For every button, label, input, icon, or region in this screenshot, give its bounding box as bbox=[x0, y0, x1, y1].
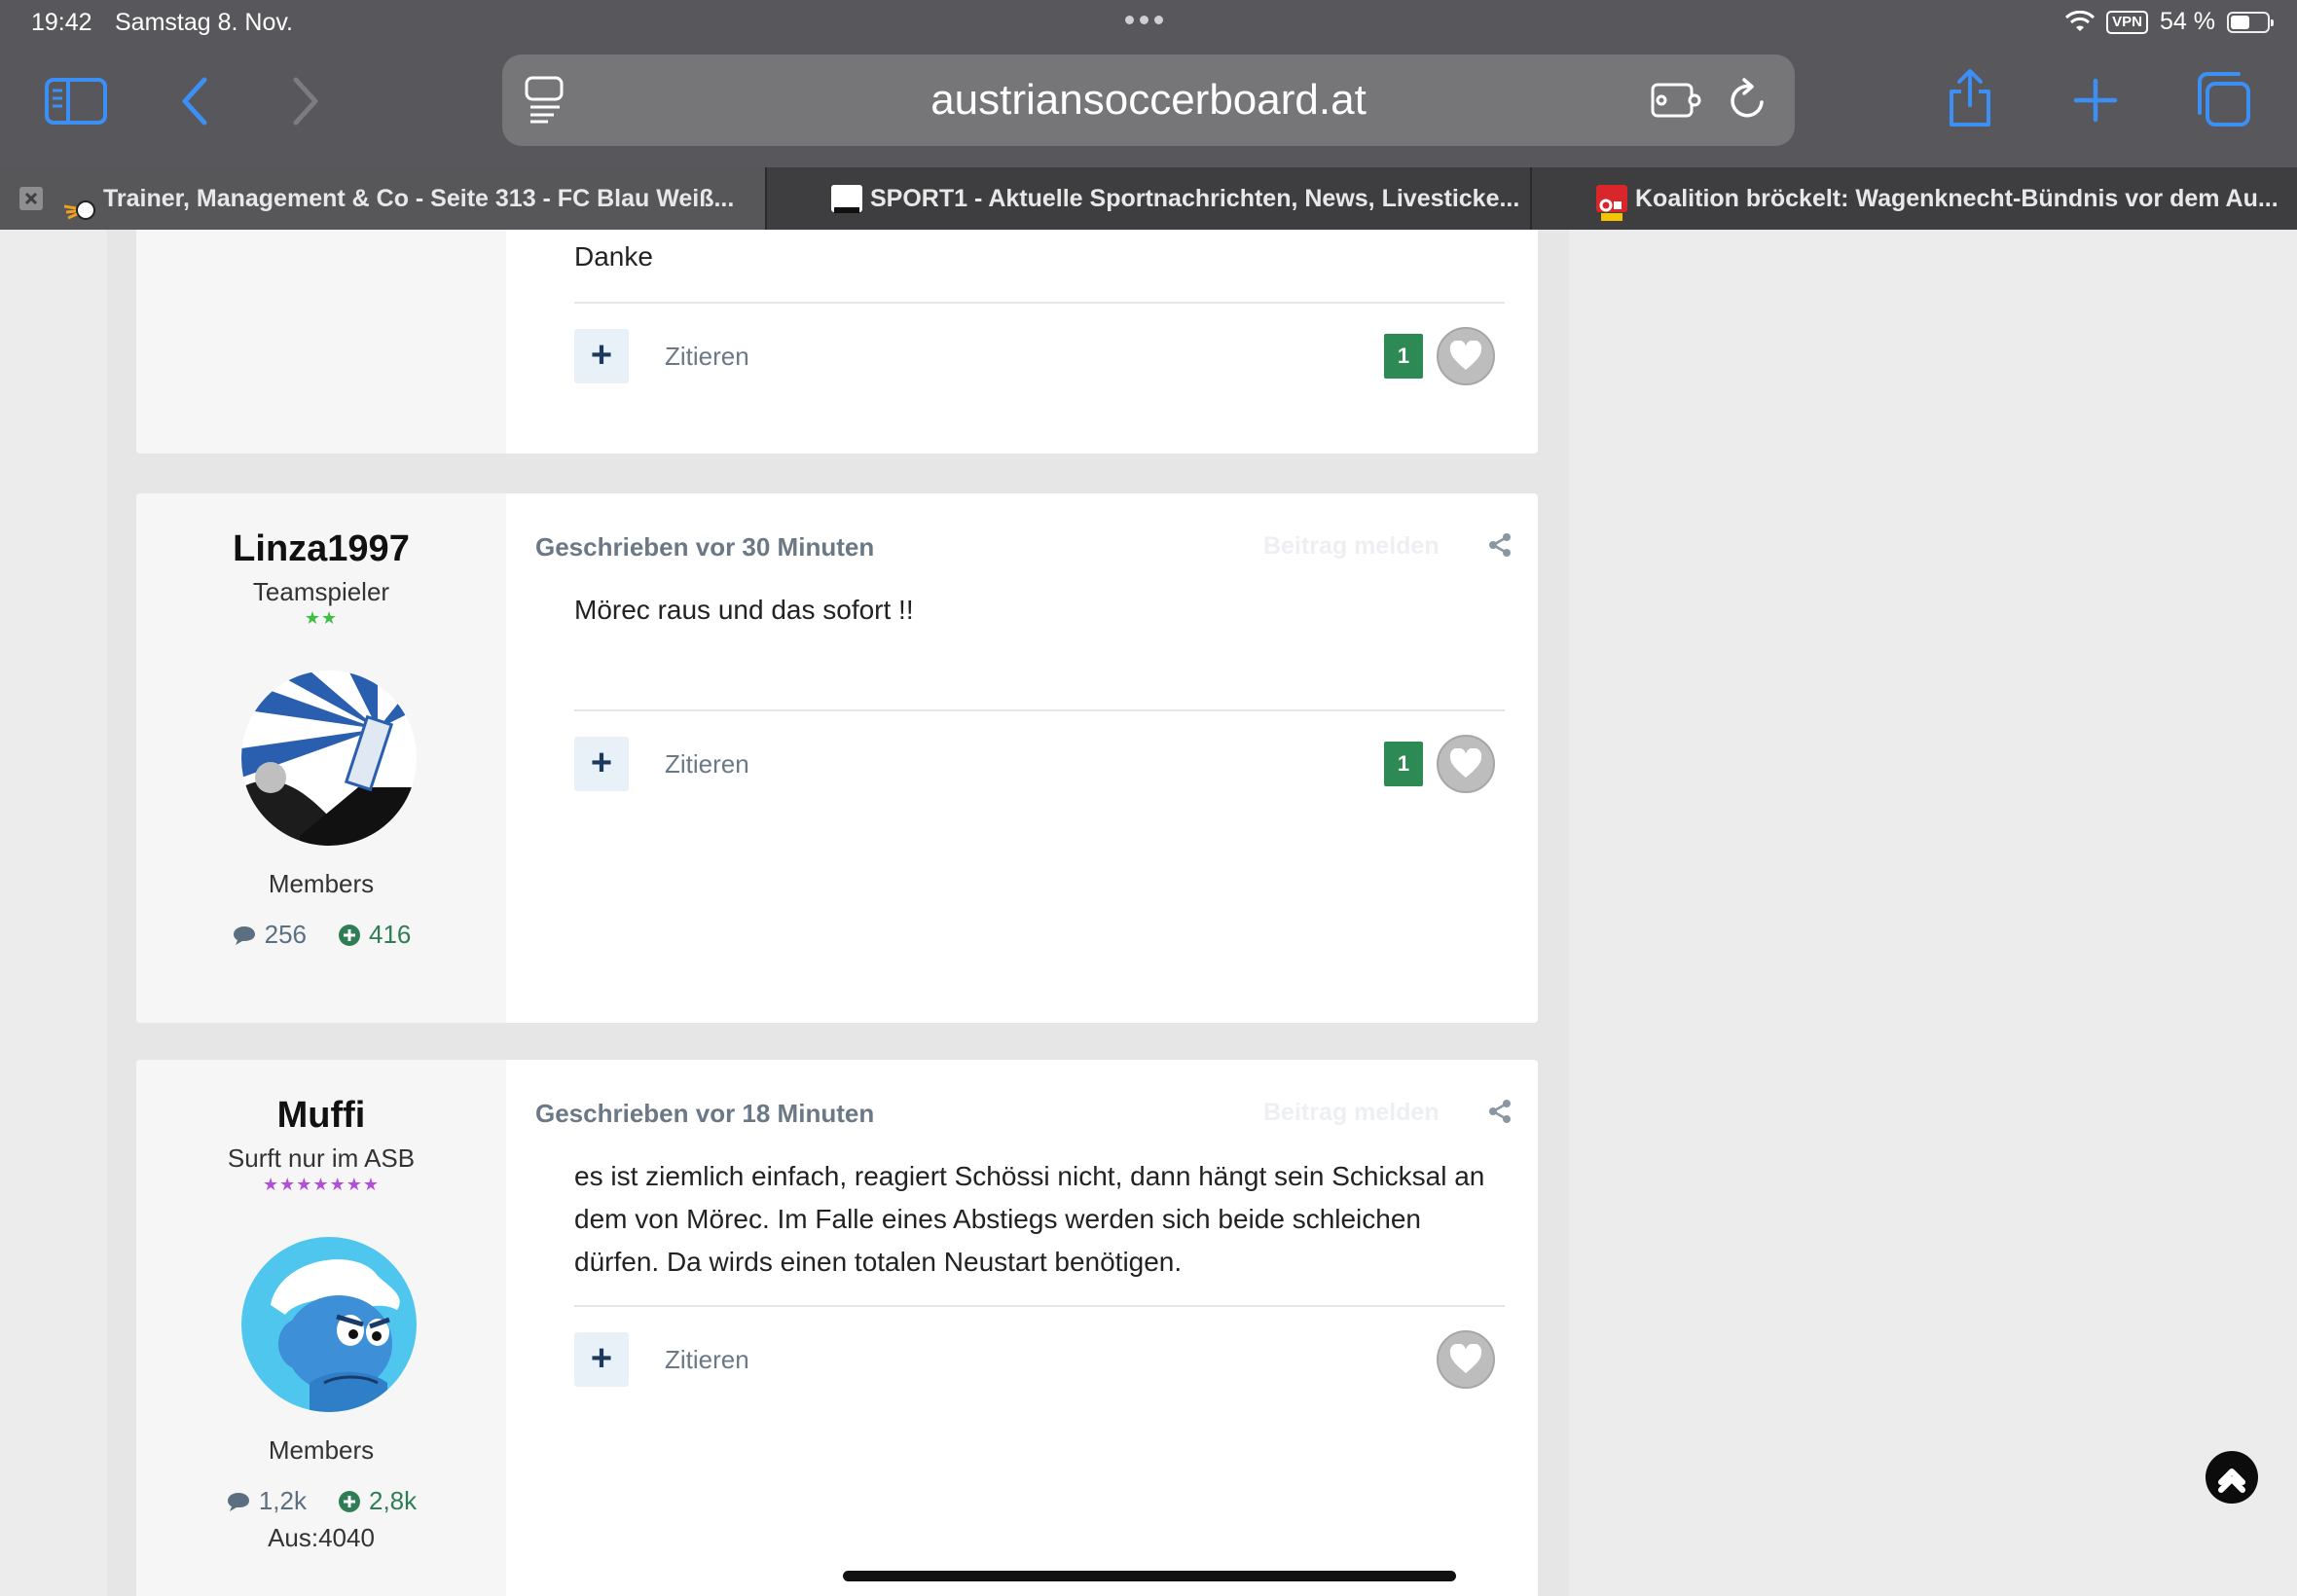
quote-button[interactable]: Zitieren bbox=[665, 749, 749, 780]
report-link[interactable]: Beitrag melden bbox=[1263, 532, 1440, 561]
like-count-badge[interactable]: 1 bbox=[1384, 334, 1423, 379]
post-body: Danke bbox=[574, 241, 653, 272]
wifi-icon bbox=[2065, 10, 2096, 31]
author-group: Members bbox=[268, 1435, 375, 1465]
rank-stars: ★★ bbox=[304, 608, 339, 628]
page-content: Danke + Zitieren 1 Linza1997 Teamspieler… bbox=[0, 230, 2297, 1596]
post-count-value: 1,2k bbox=[258, 1486, 307, 1515]
like-button[interactable] bbox=[1437, 1330, 1495, 1389]
tab-strip: Trainer, Management & Co - Seite 313 - F… bbox=[0, 167, 2297, 230]
post-timestamp[interactable]: Geschrieben vor 18 Minuten bbox=[535, 1099, 874, 1129]
multiquote-button[interactable]: + bbox=[574, 737, 629, 791]
post-body: es ist ziemlich einfach, reagiert Schöss… bbox=[574, 1161, 1485, 1277]
like-button[interactable] bbox=[1437, 327, 1495, 385]
tab-title: Trainer, Management & Co - Seite 313 - F… bbox=[103, 185, 735, 212]
tab-title: Koalition bröckelt: Wagenknecht-Bündnis … bbox=[1635, 185, 2279, 212]
chevron-up-icon bbox=[2218, 1469, 2245, 1493]
status-date: Samstag 8. Nov. bbox=[115, 9, 293, 36]
heart-icon bbox=[1449, 1344, 1482, 1373]
sidebar-icon[interactable] bbox=[45, 74, 107, 128]
oe24-favicon bbox=[1596, 185, 1627, 221]
reputation: 416 bbox=[338, 920, 411, 950]
author-stats: 256 416 bbox=[136, 920, 506, 950]
browser-chrome: 19:42 Samstag 8. Nov. VPN 54 % austrians… bbox=[0, 0, 2297, 167]
avatar[interactable] bbox=[241, 671, 417, 846]
status-right: VPN 54 % bbox=[2065, 8, 2274, 36]
author-rank: Surft nur im ASB bbox=[227, 1143, 416, 1173]
battery-percent: 54 % bbox=[2160, 8, 2215, 35]
share-icon[interactable] bbox=[1945, 66, 1995, 130]
tab-oe24[interactable]: Koalition bröckelt: Wagenknecht-Bündnis … bbox=[1530, 167, 2297, 230]
tab-title: SPORT1 - Aktuelle Sportnachrichten, News… bbox=[870, 185, 1520, 212]
author-name[interactable]: Muffi bbox=[136, 1095, 506, 1137]
author-column bbox=[136, 230, 506, 453]
multiquote-button[interactable]: + bbox=[574, 1332, 629, 1387]
plus-circle-icon bbox=[339, 1490, 360, 1512]
author-stats: 1,2k 2,8k bbox=[136, 1486, 506, 1516]
post-count: 256 bbox=[232, 920, 307, 950]
post-timestamp[interactable]: Geschrieben vor 30 Minuten bbox=[535, 532, 874, 562]
page-margin bbox=[1569, 230, 2297, 1596]
reputation-value: 416 bbox=[369, 920, 412, 949]
quote-button[interactable]: Zitieren bbox=[665, 342, 749, 372]
post-count: 1,2k bbox=[226, 1486, 307, 1516]
forum-post: Danke + Zitieren 1 bbox=[136, 230, 1538, 453]
scroll-to-top-button[interactable] bbox=[2206, 1451, 2258, 1504]
status-bar: 19:42 Samstag 8. Nov. VPN 54 % bbox=[0, 0, 2297, 45]
quote-button[interactable]: Zitieren bbox=[665, 1345, 749, 1375]
url-text[interactable]: austriansoccerboard.at bbox=[502, 76, 1795, 125]
tab-sport1[interactable]: SPORT1 - Aktuelle Sportnachrichten, News… bbox=[765, 167, 1530, 230]
forum-post: Muffi Surft nur im ASB ★★★★★★★ Members 1… bbox=[136, 1060, 1538, 1596]
reload-icon[interactable] bbox=[1725, 74, 1771, 127]
share-icon[interactable] bbox=[1487, 532, 1513, 558]
status-time: 19:42 bbox=[31, 9, 92, 36]
extension-icon[interactable] bbox=[1649, 76, 1703, 125]
battery-icon bbox=[2227, 11, 2274, 33]
address-bar[interactable]: austriansoccerboard.at bbox=[502, 54, 1795, 146]
heart-icon bbox=[1449, 341, 1482, 370]
forum-post: Linza1997 Teamspieler ★★ Members 256 416… bbox=[136, 493, 1538, 1023]
plus-circle-icon bbox=[339, 924, 360, 946]
post-count-value: 256 bbox=[264, 920, 307, 949]
author-rank: Teamspieler bbox=[252, 577, 390, 606]
like-count-badge[interactable]: 1 bbox=[1384, 742, 1423, 786]
asb-favicon bbox=[62, 185, 95, 220]
author-group: Members bbox=[268, 869, 375, 898]
vpn-badge: VPN bbox=[2106, 10, 2149, 34]
tabs-icon[interactable] bbox=[2194, 70, 2252, 128]
rank-stars: ★★★★★★★ bbox=[263, 1175, 380, 1194]
home-indicator[interactable] bbox=[843, 1571, 1456, 1581]
share-icon[interactable] bbox=[1487, 1099, 1513, 1124]
report-link[interactable]: Beitrag melden bbox=[1263, 1099, 1440, 1127]
reputation-value: 2,8k bbox=[369, 1486, 418, 1515]
tab-asb[interactable]: Trainer, Management & Co - Seite 313 - F… bbox=[0, 167, 765, 230]
author-location: Aus:4040 bbox=[268, 1523, 375, 1552]
avatar[interactable] bbox=[241, 1237, 417, 1412]
heart-icon bbox=[1449, 748, 1482, 778]
post-body: Mörec raus und das sofort !! bbox=[574, 595, 914, 625]
multitasking-dots-icon[interactable] bbox=[1125, 16, 1170, 25]
new-tab-icon[interactable] bbox=[2073, 78, 2118, 123]
multiquote-button[interactable]: + bbox=[574, 329, 629, 383]
like-button[interactable] bbox=[1437, 735, 1495, 793]
back-icon[interactable] bbox=[175, 74, 214, 128]
post-divider bbox=[574, 709, 1505, 711]
reputation: 2,8k bbox=[338, 1486, 417, 1516]
forward-icon[interactable] bbox=[286, 74, 325, 128]
comment-icon bbox=[227, 1492, 249, 1511]
post-divider bbox=[574, 302, 1505, 304]
sport1-favicon bbox=[831, 185, 862, 213]
comment-icon bbox=[233, 925, 255, 945]
close-tab-icon[interactable] bbox=[19, 187, 43, 210]
post-divider bbox=[574, 1305, 1505, 1307]
author-name[interactable]: Linza1997 bbox=[136, 528, 506, 570]
